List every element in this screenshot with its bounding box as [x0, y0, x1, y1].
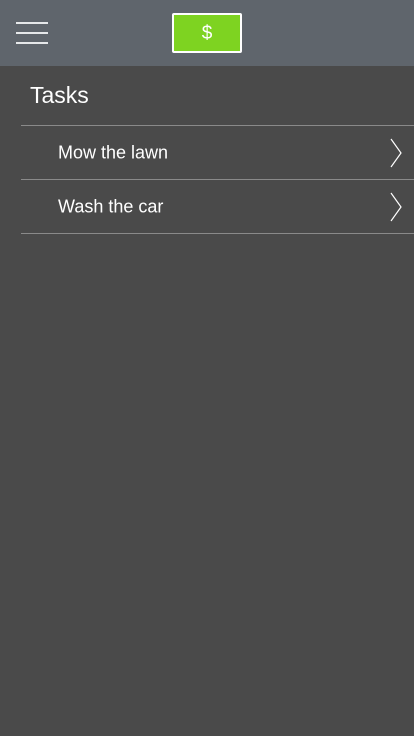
task-list: Mow the lawn Wash the car	[21, 125, 414, 234]
chevron-right-icon	[390, 192, 402, 221]
top-bar: $	[0, 0, 414, 66]
task-label: Wash the car	[58, 196, 164, 216]
page-title: Tasks	[30, 82, 89, 108]
dollar-icon: $	[201, 22, 213, 44]
task-label: Mow the lawn	[58, 142, 169, 162]
menu-button[interactable]	[16, 22, 50, 44]
task-item-mow-the-lawn[interactable]: Mow the lawn	[21, 126, 414, 180]
chevron-right-icon	[390, 138, 402, 167]
money-button[interactable]: $	[172, 13, 242, 53]
task-item-wash-the-car[interactable]: Wash the car	[21, 180, 414, 234]
